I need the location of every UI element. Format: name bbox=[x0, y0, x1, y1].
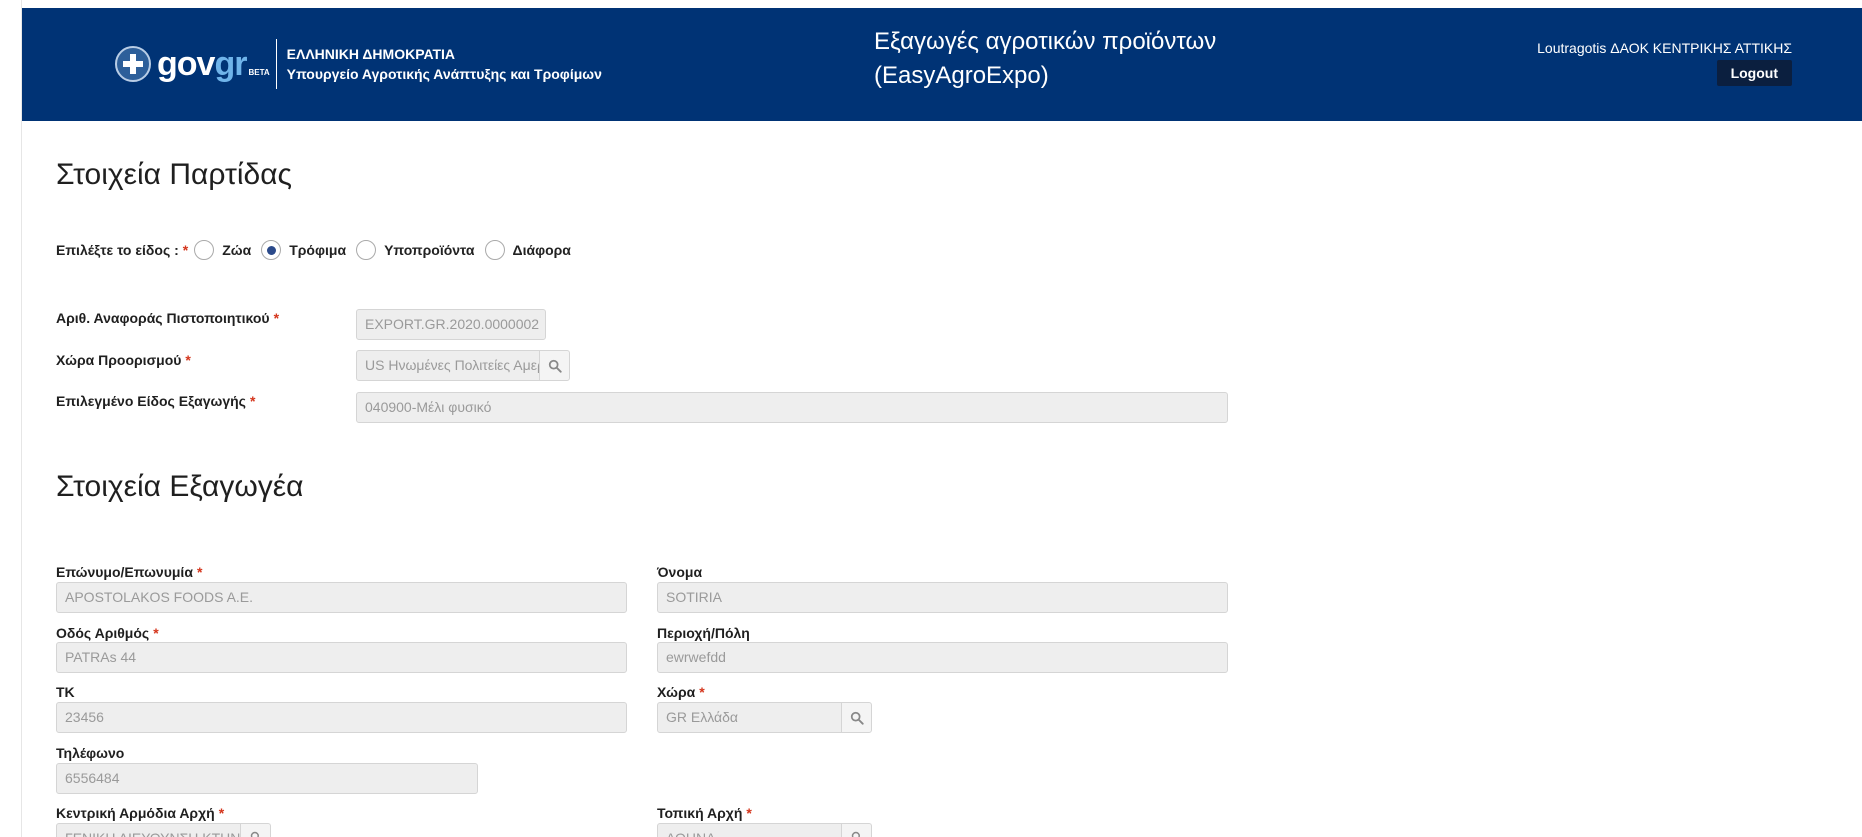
export-type-label: Επιλεγμένο Είδος Εξαγωγής * bbox=[56, 393, 255, 409]
logout-button[interactable]: Logout bbox=[1716, 60, 1792, 86]
ministry-text: ΕΛΛΗΝΙΚΗ ΔΗΜΟΚΡΑΤΙΑ Υπουργείο Αγροτικής … bbox=[287, 44, 602, 84]
central-authority-field[interactable]: ΓΕΝΙΚΗ ΔΙΕΥΘΥΝΣΗ ΚΤΗΝΙΑΤΡΙΚΗΣ bbox=[56, 823, 241, 837]
country-search-button[interactable] bbox=[841, 702, 872, 733]
brand-divider bbox=[275, 39, 277, 89]
radio-other[interactable] bbox=[484, 240, 505, 260]
cert-ref-field[interactable]: EXPORT.GR.2020.0000002 bbox=[356, 309, 546, 340]
radio-animals-label[interactable]: Ζώα bbox=[222, 242, 251, 258]
ministry-line-2: Υπουργείο Αγροτικής Ανάπτυξης και Τροφίμ… bbox=[286, 66, 602, 82]
app-title-line-1: Εξαγωγές αγροτικών προϊόντων bbox=[874, 28, 1217, 55]
cert-ref-label-text: Αριθ. Αναφοράς Πιστοποιητικού bbox=[56, 310, 270, 326]
app-title-line-2: (EasyAgroExpo) bbox=[874, 62, 1049, 89]
govgr-logo: govgr bbox=[157, 45, 247, 83]
local-authority-search-button[interactable] bbox=[841, 823, 872, 837]
local-authority-label: Τοπική Αρχή * bbox=[657, 805, 752, 821]
cert-ref-label: Αριθ. Αναφοράς Πιστοποιητικού * bbox=[56, 310, 279, 326]
user-block: Loutragotis ΔΑΟΚ ΚΕΝΤΡΙΚΗΣ ΑΤΤΙΚΗΣ Logou… bbox=[1537, 39, 1792, 86]
street-label-text: Οδός Αριθμός bbox=[56, 625, 150, 641]
beta-badge: BETA bbox=[248, 67, 270, 77]
search-icon bbox=[851, 831, 860, 837]
country-label-text: Χώρα bbox=[657, 684, 696, 700]
central-authority-label-text: Κεντρική Αρμόδια Αρχή bbox=[56, 805, 215, 821]
search-icon bbox=[850, 711, 864, 725]
required-mark: * bbox=[196, 564, 203, 580]
local-authority-field[interactable]: ΑΘΗΝΑ bbox=[657, 823, 842, 837]
name-label: Όνομα bbox=[657, 564, 703, 580]
street-label: Οδός Αριθμός * bbox=[56, 625, 159, 641]
batch-section-title: Στοιχεία Παρτίδας bbox=[56, 158, 293, 191]
app-header: govgr BETA ΕΛΛΗΝΙΚΗ ΔΗΜΟΚΡΑΤΙΑ Υπουργείο… bbox=[22, 8, 1862, 121]
destination-search-button[interactable] bbox=[539, 350, 570, 381]
destination-label: Χώρα Προορισμού * bbox=[56, 352, 191, 368]
destination-field[interactable]: US Ηνωμένες Πολιτείες Αμερικής bbox=[356, 350, 540, 381]
central-authority-label: Κεντρική Αρμόδια Αρχή * bbox=[56, 805, 224, 821]
export-type-label-text: Επιλεγμένο Είδος Εξαγωγής bbox=[56, 393, 246, 409]
surname-field[interactable]: APOSTOLAKOS FOODS A.E. bbox=[56, 582, 627, 613]
govgr-logo-gov: gov bbox=[157, 45, 215, 83]
required-mark: * bbox=[699, 684, 705, 700]
area-label: Περιοχή/Πόλη bbox=[657, 625, 750, 641]
export-type-field[interactable]: 040900-Μέλι φυσικό bbox=[356, 392, 1228, 423]
street-field[interactable]: PATRAs 44 bbox=[56, 642, 627, 673]
app-title: Εξαγωγές αγροτικών προϊόντων (EasyAgroEx… bbox=[874, 25, 1216, 93]
country-field[interactable]: GR Ελλάδα bbox=[657, 702, 842, 733]
surname-label: Επώνυμο/Επωνυμία * bbox=[56, 564, 202, 580]
surname-label-text: Επώνυμο/Επωνυμία bbox=[56, 564, 193, 580]
ministry-line-1: ΕΛΛΗΝΙΚΗ ΔΗΜΟΚΡΑΤΙΑ bbox=[286, 46, 455, 62]
radio-foods[interactable] bbox=[261, 240, 282, 260]
radio-byproducts[interactable] bbox=[356, 240, 377, 260]
required-mark: * bbox=[218, 805, 225, 821]
govgr-logo-gr: gr bbox=[214, 45, 247, 83]
radio-foods-label[interactable]: Τρόφιμα bbox=[289, 242, 346, 258]
exporter-section-title: Στοιχεία Εξαγωγέα bbox=[56, 470, 304, 503]
central-authority-search-button[interactable] bbox=[240, 823, 271, 837]
user-name: Loutragotis ΔΑΟΚ ΚΕΝΤΡΙΚΗΣ ΑΤΤΙΚΗΣ bbox=[1537, 40, 1792, 56]
product-type-label: Επιλέξτε το είδος : bbox=[56, 242, 179, 258]
radio-other-label[interactable]: Διάφορα bbox=[513, 242, 571, 258]
top-strip bbox=[0, 0, 1862, 8]
country-label: Χώρα * bbox=[657, 684, 705, 700]
gov-brand[interactable]: govgr BETA ΕΛΛΗΝΙΚΗ ΔΗΜΟΚΡΑΤΙΑ Υπουργείο… bbox=[115, 38, 602, 90]
left-strip bbox=[0, 0, 22, 837]
required-mark: * bbox=[182, 242, 189, 258]
required-mark: * bbox=[249, 393, 256, 409]
product-type-radio-group: Επιλέξτε το είδος : * Ζώα Τρόφιμα Υποπρο… bbox=[56, 240, 575, 260]
required-mark: * bbox=[273, 310, 280, 326]
phone-label: Τηλέφωνο bbox=[56, 745, 125, 761]
zip-field[interactable]: 23456 bbox=[56, 702, 627, 733]
required-mark: * bbox=[185, 352, 191, 368]
required-mark: * bbox=[746, 805, 752, 821]
local-authority-label-text: Τοπική Αρχή bbox=[657, 805, 743, 821]
zip-label: ΤΚ bbox=[56, 684, 75, 700]
radio-byproducts-label[interactable]: Υποπροϊόντα bbox=[384, 242, 474, 258]
name-field[interactable]: SOTIRIA bbox=[657, 582, 1228, 613]
search-icon bbox=[548, 359, 562, 373]
radio-animals[interactable] bbox=[194, 240, 215, 260]
phone-field[interactable]: 6556484 bbox=[56, 763, 478, 794]
required-mark: * bbox=[153, 625, 159, 641]
search-icon bbox=[250, 831, 259, 837]
greek-emblem-icon bbox=[115, 46, 151, 82]
area-field[interactable]: ewrwefdd bbox=[657, 642, 1228, 673]
destination-label-text: Χώρα Προορισμού bbox=[56, 352, 182, 368]
